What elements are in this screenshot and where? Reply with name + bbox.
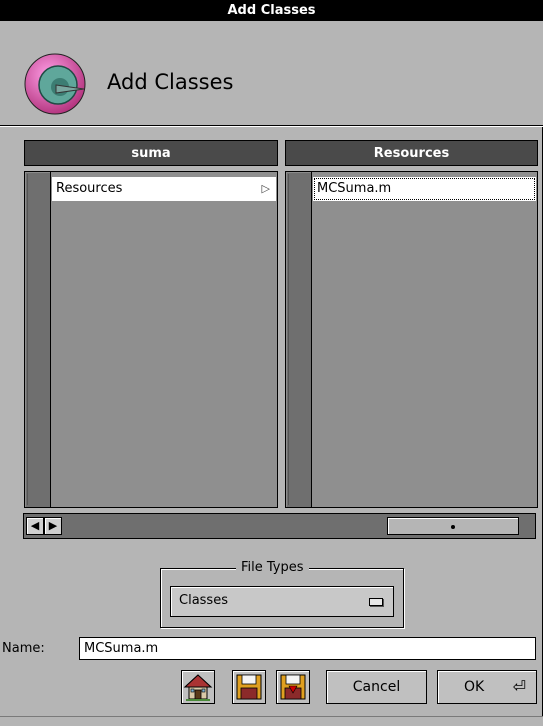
window-titlebar[interactable]: Add Classes <box>0 0 543 21</box>
cancel-button[interactable]: Cancel <box>326 670 427 704</box>
save-button[interactable] <box>232 670 266 704</box>
popup-menu-icon <box>369 598 383 606</box>
scroll-thumb-grip <box>451 525 455 529</box>
return-icon: ⏎ <box>512 677 526 696</box>
floppy-down-icon <box>280 674 306 700</box>
header-title: Add Classes <box>107 70 234 94</box>
home-icon <box>183 674 213 701</box>
ok-button[interactable]: OK ⏎ <box>437 670 537 704</box>
browser-column-resources[interactable]: MCSuma.m <box>285 171 538 508</box>
floppy-icon <box>236 674 262 700</box>
branch-arrow-icon: ▷ <box>261 182 270 195</box>
browser-horizontal-scrollbar[interactable]: ◀ ▶ <box>23 513 536 539</box>
browser-item-mcsuma[interactable]: MCSuma.m <box>313 177 536 201</box>
arrow-left-icon[interactable]: ◀ <box>26 517 44 535</box>
file-types-selected: Classes <box>179 593 228 608</box>
column-header-resources: Resources <box>285 140 538 166</box>
name-field[interactable]: MCSuma.m <box>79 637 536 660</box>
name-label: Name: <box>2 641 45 656</box>
file-types-label: File Types <box>236 560 309 575</box>
arrow-right-icon[interactable]: ▶ <box>44 517 62 535</box>
add-classes-window: Add Classes Add Classes suma Resources ▷… <box>0 0 543 726</box>
file-types-group: File Types Classes <box>160 560 404 628</box>
browser-item-label: Resources <box>56 181 123 196</box>
bottom-strip <box>0 716 543 726</box>
browser-column-suma[interactable]: Resources ▷ <box>24 171 278 508</box>
save-as-button[interactable] <box>276 670 310 704</box>
ok-label: OK <box>464 679 485 695</box>
scroll-thumb[interactable] <box>387 517 519 535</box>
column-header-suma: suma <box>24 140 278 166</box>
browser-item-label: MCSuma.m <box>317 181 392 196</box>
file-types-popup[interactable]: Classes <box>170 586 394 617</box>
column-scroller[interactable] <box>286 172 312 507</box>
browser-item-resources[interactable]: Resources ▷ <box>52 177 276 201</box>
home-button[interactable] <box>181 670 215 704</box>
dialog-header: Add Classes <box>0 21 543 126</box>
column-scroller[interactable] <box>25 172 51 507</box>
add-classes-icon <box>24 53 86 115</box>
